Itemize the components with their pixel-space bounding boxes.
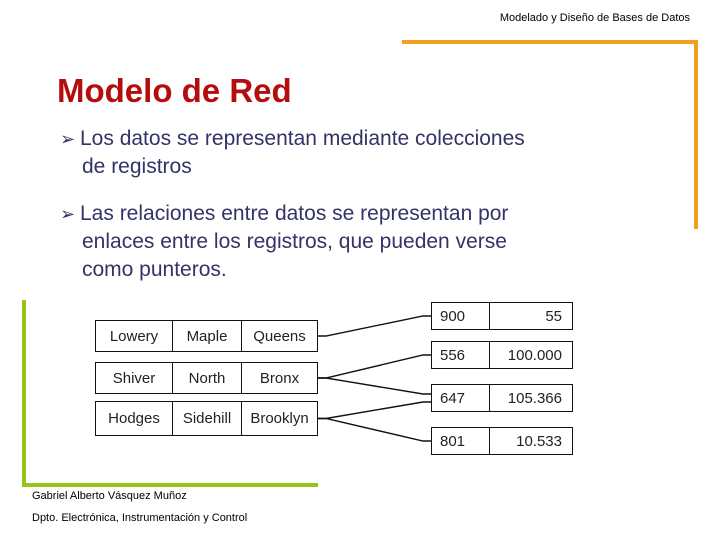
bullet-line: ➢ Las relaciones entre datos se represent… [60, 200, 620, 228]
bullet-item: ➢ Las relaciones entre datos se represent… [60, 200, 620, 284]
course-title: Modelado y Diseño de Bases de Datos [499, 12, 690, 24]
record-field: 100.000 [507, 346, 562, 364]
pointer-link [318, 417, 431, 442]
record-field: Lowery [96, 321, 173, 351]
record-field: Shiver [96, 363, 173, 393]
record-field: 556 [432, 342, 490, 368]
record-field: 55 [545, 307, 562, 325]
green-divider-vertical [22, 300, 26, 487]
customer-record: Shiver North Bronx [95, 362, 318, 394]
pointer-link [318, 354, 431, 379]
customer-record: Hodges Sidehill Brooklyn [95, 401, 318, 436]
arrow-bullet-icon: ➢ [60, 204, 76, 224]
bullet-line: como punteros. [82, 258, 227, 281]
record-field: 105.366 [507, 389, 562, 407]
account-record: 801 10.533 [431, 427, 573, 455]
green-divider-horizontal [22, 483, 318, 487]
footer-department: Dpto. Electrónica, Instrumentación y Con… [32, 512, 248, 524]
record-field: Hodges [96, 402, 173, 435]
account-record: 647 105.366 [431, 384, 573, 412]
bullet-line: de registros [82, 155, 192, 178]
pointer-link [318, 377, 431, 395]
record-field: 647 [432, 385, 490, 411]
orange-divider-vertical [694, 40, 698, 229]
orange-divider-horizontal [402, 40, 697, 44]
record-field: Maple [173, 321, 242, 351]
record-field: Brooklyn [250, 410, 309, 427]
record-field: Sidehill [173, 402, 242, 435]
bullet-item: ➢ Los datos se representan mediante colec… [60, 125, 620, 181]
record-field: Bronx [259, 369, 300, 387]
slide-title: Modelo de Red [57, 72, 292, 109]
account-record: 900 55 [431, 302, 573, 330]
pointer-link [318, 401, 431, 420]
customer-record: Lowery Maple Queens [95, 320, 318, 352]
account-record: 556 100.000 [431, 341, 573, 369]
record-field: 900 [432, 303, 490, 329]
record-field: 10.533 [516, 432, 562, 450]
record-field: 801 [432, 428, 490, 454]
footer-author: Gabriel Alberto Vásquez Muñoz [32, 490, 187, 502]
bullet-line: ➢ Los datos se representan mediante colec… [60, 125, 620, 153]
arrow-bullet-icon: ➢ [60, 129, 76, 149]
record-field: Queens [253, 327, 306, 345]
pointer-link [318, 315, 431, 337]
bullet-line: enlaces entre los registros, que pueden … [82, 230, 507, 253]
record-field: North [173, 363, 242, 393]
